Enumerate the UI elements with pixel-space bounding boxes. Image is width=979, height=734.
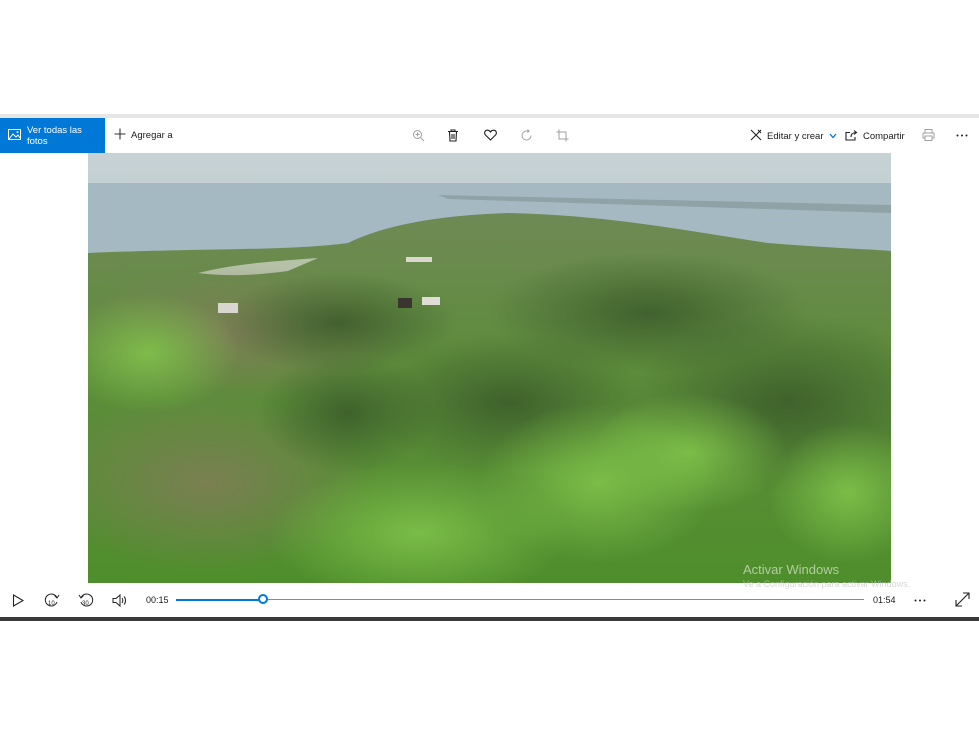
watermark-title: Activar Windows [743, 562, 840, 577]
print-icon[interactable] [920, 127, 936, 143]
chevron-down-icon [829, 131, 837, 142]
share-button[interactable]: Compartir [845, 129, 905, 144]
total-time: 01:54 [873, 595, 896, 605]
window-bottom-strip [0, 617, 979, 621]
share-icon [845, 129, 858, 144]
edit-create-label: Editar y crear [767, 131, 824, 142]
progress-thumb[interactable] [258, 594, 269, 604]
view-all-photos-label: Ver todas las fotos [27, 124, 82, 147]
plus-icon [114, 128, 126, 143]
skip-forward-label: 30 [82, 601, 89, 607]
photos-icon [8, 128, 21, 143]
edit-create-button[interactable]: Editar y crear [750, 129, 837, 144]
progress-track[interactable] [176, 599, 864, 600]
view-all-photos-button[interactable]: Ver todas las fotos [0, 118, 105, 153]
zoom-icon[interactable] [410, 127, 426, 143]
add-to-label: Agregar a [131, 130, 173, 141]
progress-fill [176, 599, 264, 601]
aerial-forest-scene [88, 153, 891, 583]
favorite-heart-icon[interactable] [482, 127, 498, 143]
add-to-button[interactable]: Agregar a [114, 128, 173, 143]
delete-icon[interactable] [445, 127, 461, 143]
crop-icon[interactable] [554, 127, 570, 143]
skip-back-label: 10 [48, 601, 55, 607]
play-icon[interactable] [10, 592, 26, 608]
share-label: Compartir [863, 131, 905, 142]
video-frame[interactable] [88, 153, 891, 583]
current-time: 00:15 [146, 595, 169, 605]
watermark-subtitle: Ve a Configuración para activar Windows. [743, 579, 911, 589]
edit-tools-icon [750, 129, 762, 144]
more-options-icon[interactable] [954, 127, 970, 143]
rotate-icon[interactable] [518, 127, 534, 143]
activation-watermark: Activar Windows Ve a Configuración para … [743, 562, 910, 589]
skip-back-icon[interactable]: 10 [44, 592, 60, 608]
player-more-icon[interactable] [912, 592, 928, 608]
volume-icon[interactable] [112, 592, 128, 608]
skip-forward-icon[interactable]: 30 [78, 592, 94, 608]
fullscreen-icon[interactable] [954, 591, 970, 607]
